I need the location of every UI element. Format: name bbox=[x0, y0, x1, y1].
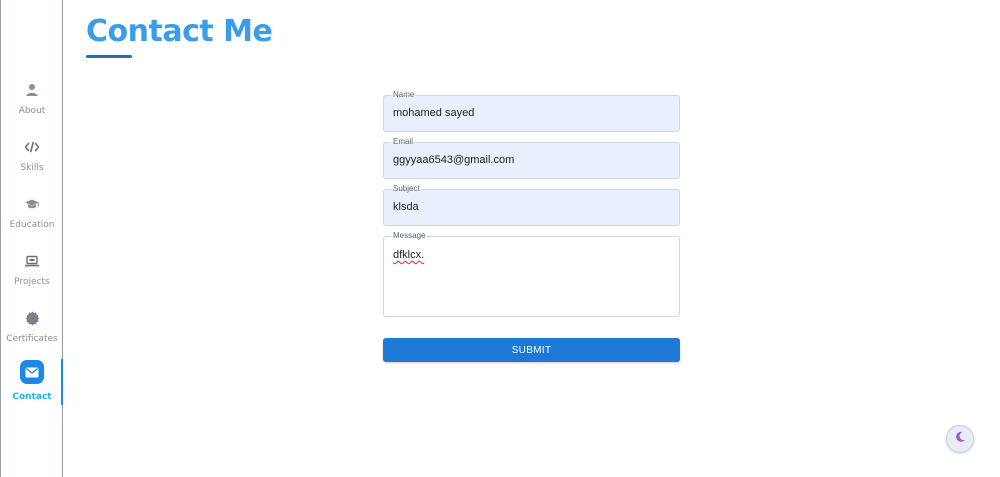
sidebar-item-skills[interactable]: Skills bbox=[1, 135, 63, 185]
sidebar-item-education[interactable]: Education bbox=[1, 192, 63, 242]
sidebar-item-label: Skills bbox=[20, 163, 44, 173]
envelope-icon bbox=[20, 360, 44, 384]
page-title: Contact Me bbox=[86, 14, 273, 49]
person-icon bbox=[23, 81, 41, 99]
email-input[interactable]: ggyyaa6543@gmail.com bbox=[393, 154, 514, 166]
sidebar-item-label: Projects bbox=[14, 277, 50, 287]
active-indicator bbox=[61, 359, 63, 405]
graduation-cap-icon bbox=[23, 195, 41, 213]
sidebar-item-about[interactable]: About bbox=[1, 78, 63, 128]
title-underline bbox=[86, 55, 132, 58]
sidebar-item-projects[interactable]: Projects bbox=[1, 249, 63, 299]
sidebar-item-label: Certificates bbox=[6, 334, 58, 344]
subject-input[interactable]: klsda bbox=[393, 201, 419, 213]
sidebar-item-contact[interactable]: Contact bbox=[1, 360, 63, 410]
sidebar-item-label: About bbox=[18, 106, 46, 116]
subject-label: Subject bbox=[391, 184, 422, 194]
message-label: Message bbox=[391, 231, 428, 241]
certificate-icon bbox=[23, 309, 41, 327]
code-icon bbox=[23, 138, 41, 156]
submit-button[interactable]: SUBMIT bbox=[383, 338, 680, 362]
sidebar: About Skills Education Projects Certific… bbox=[0, 0, 63, 477]
moon-icon bbox=[954, 430, 966, 448]
message-textarea[interactable]: dfklcx. bbox=[393, 249, 424, 261]
laptop-icon bbox=[23, 252, 41, 270]
name-label: Name bbox=[391, 90, 417, 100]
name-input[interactable]: mohamed sayed bbox=[393, 107, 474, 119]
name-field[interactable]: Name mohamed sayed bbox=[383, 90, 680, 132]
sidebar-item-label: Education bbox=[9, 220, 55, 230]
email-field[interactable]: Email ggyyaa6543@gmail.com bbox=[383, 137, 680, 179]
theme-toggle-button[interactable] bbox=[946, 425, 974, 453]
subject-field[interactable]: Subject klsda bbox=[383, 184, 680, 226]
sidebar-item-label: Contact bbox=[12, 392, 52, 402]
sidebar-item-certificates[interactable]: Certificates bbox=[1, 306, 63, 356]
message-field[interactable]: Message dfklcx. bbox=[383, 231, 680, 317]
email-label: Email bbox=[391, 137, 416, 147]
